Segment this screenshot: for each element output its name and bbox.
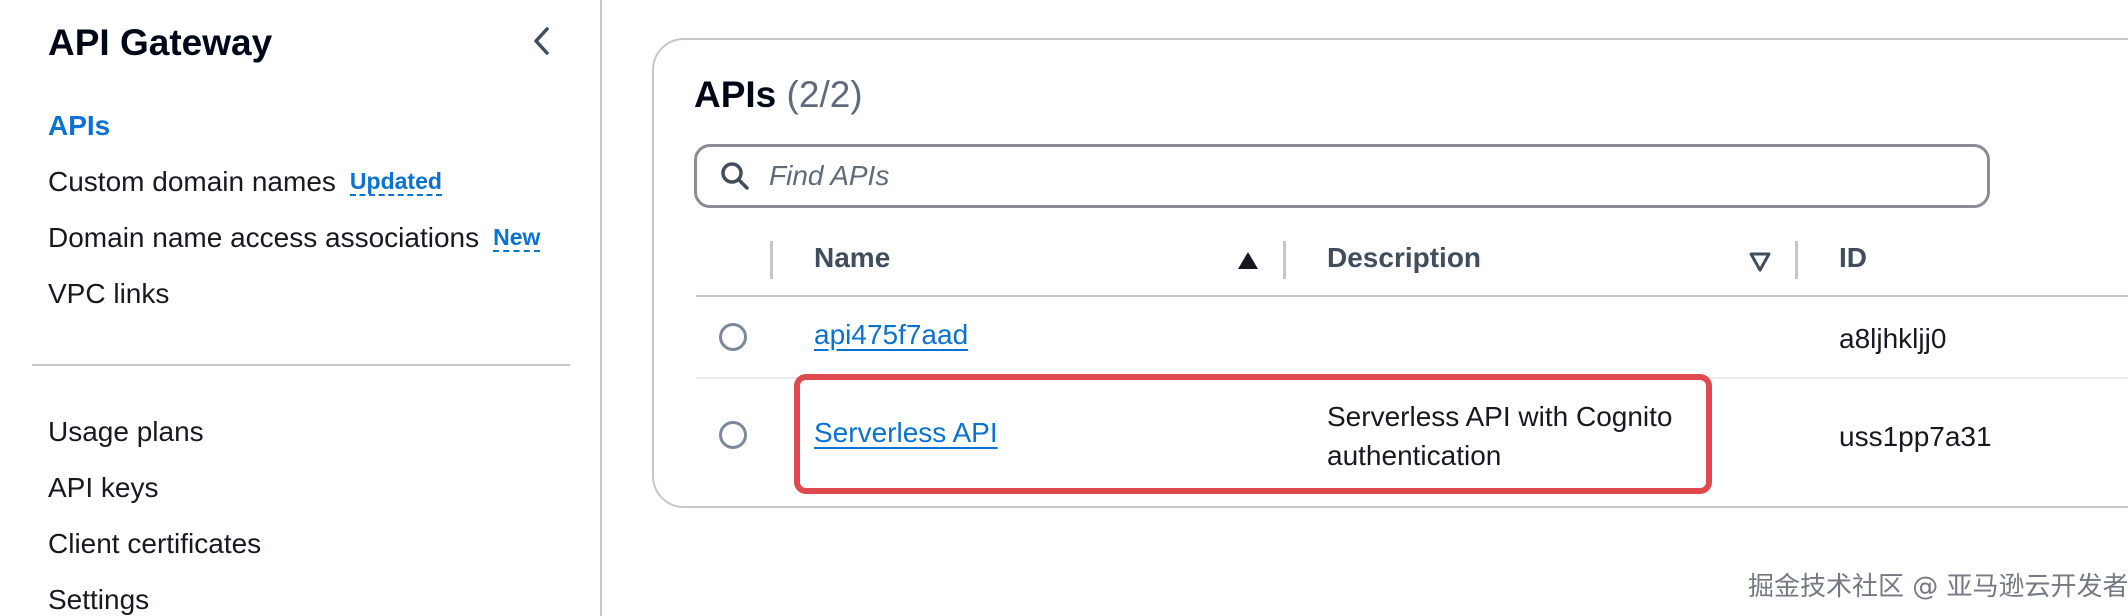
collapse-sidebar-button[interactable] <box>526 24 556 58</box>
row-select-radio[interactable] <box>719 421 747 449</box>
sidebar-item-label: APIs <box>48 110 111 141</box>
api-count: (2/2) <box>786 74 863 115</box>
api-id: uss1pp7a31 <box>1839 421 1992 452</box>
sidebar-item-settings[interactable]: Settings <box>48 584 149 616</box>
sidebar-item-label: API keys <box>48 472 159 503</box>
highlight-annotation <box>794 374 1712 494</box>
table-header-divider <box>696 295 2128 297</box>
sidebar-item-api-keys[interactable]: API keys <box>48 472 158 504</box>
column-resize-handle[interactable] <box>1795 241 1798 279</box>
api-name-link[interactable]: api475f7aad <box>814 319 968 351</box>
column-resize-handle[interactable] <box>1283 241 1286 279</box>
column-header-id[interactable]: ID <box>1839 242 1867 274</box>
sidebar-item-client-certificates[interactable]: Client certificates <box>48 528 261 560</box>
page-title: APIs (2/2) <box>694 74 863 116</box>
new-badge[interactable]: New <box>493 224 541 253</box>
api-id: a8ljhkljj0 <box>1839 323 1947 354</box>
sidebar-item-label: Custom domain names <box>48 166 336 197</box>
search-field[interactable] <box>694 144 1990 208</box>
sidebar-divider <box>32 364 570 366</box>
watermark: 掘金技术社区 @ 亚马逊云开发者 <box>1748 572 2128 602</box>
sidebar-title: API Gateway <box>48 22 273 63</box>
row-select-radio[interactable] <box>719 323 747 351</box>
search-icon <box>719 160 751 192</box>
page-title-text: APIs <box>694 74 777 115</box>
sort-ascending-icon[interactable] <box>1236 249 1260 273</box>
sidebar-item-domain-name-access-associations[interactable]: Domain name access associations New <box>48 222 541 254</box>
api-gateway-console: API Gateway APIs Custom domain names Upda… <box>0 0 2128 616</box>
sort-descending-outline-icon[interactable] <box>1748 249 1772 273</box>
sidebar: API Gateway APIs Custom domain names Upda… <box>0 0 602 616</box>
column-separator <box>770 241 773 279</box>
search-input[interactable] <box>769 160 1949 192</box>
chevron-left-icon <box>534 27 549 55</box>
sidebar-item-usage-plans[interactable]: Usage plans <box>48 416 204 448</box>
column-header-description[interactable]: Description <box>1327 242 1481 274</box>
sidebar-item-label: Usage plans <box>48 416 204 447</box>
sidebar-item-vpc-links[interactable]: VPC links <box>48 278 169 310</box>
sidebar-item-custom-domain-names[interactable]: Custom domain names Updated <box>48 166 442 198</box>
column-header-name[interactable]: Name <box>814 242 890 274</box>
sidebar-item-label: Settings <box>48 584 150 615</box>
sidebar-item-label: Domain name access associations <box>48 222 480 253</box>
updated-badge[interactable]: Updated <box>349 168 442 197</box>
sidebar-item-label: Client certificates <box>48 528 262 559</box>
sidebar-item-apis[interactable]: APIs <box>48 110 110 142</box>
sidebar-item-label: VPC links <box>48 278 170 309</box>
